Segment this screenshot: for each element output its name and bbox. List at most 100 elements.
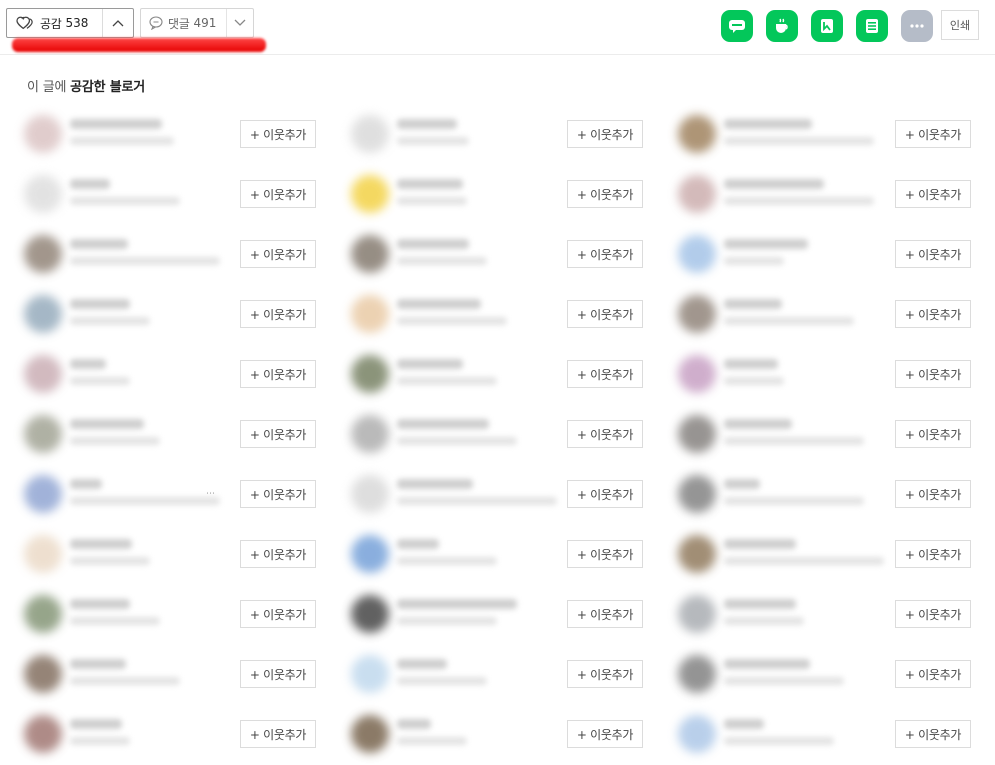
avatar[interactable] <box>24 235 62 273</box>
avatar[interactable] <box>24 655 62 693</box>
add-neighbor-button[interactable]: + 이웃추가 <box>240 120 316 148</box>
blogger-name-blurred[interactable] <box>724 539 796 549</box>
avatar[interactable] <box>678 715 716 753</box>
blogger-name-blurred[interactable] <box>397 539 439 549</box>
blogger-name-blurred[interactable] <box>70 299 130 309</box>
blogger-name-blurred[interactable] <box>70 719 122 729</box>
add-neighbor-button[interactable]: + 이웃추가 <box>240 240 316 268</box>
add-neighbor-button[interactable]: + 이웃추가 <box>567 720 643 748</box>
avatar[interactable] <box>678 115 716 153</box>
avatar[interactable] <box>351 535 389 573</box>
add-neighbor-button[interactable]: + 이웃추가 <box>240 180 316 208</box>
like-button[interactable]: 공감 538 <box>7 9 103 37</box>
blogger-name-blurred[interactable] <box>70 539 132 549</box>
avatar[interactable] <box>24 475 62 513</box>
add-neighbor-button[interactable]: + 이웃추가 <box>567 600 643 628</box>
blogger-name-blurred[interactable] <box>724 599 796 609</box>
comment-button[interactable]: 댓글 491 <box>141 9 227 37</box>
blogger-name-blurred[interactable] <box>397 479 473 489</box>
add-neighbor-button[interactable]: + 이웃추가 <box>895 180 971 208</box>
avatar[interactable] <box>351 355 389 393</box>
add-neighbor-button[interactable]: + 이웃추가 <box>895 240 971 268</box>
blogger-name-blurred[interactable] <box>397 419 489 429</box>
avatar[interactable] <box>24 715 62 753</box>
blogger-name-blurred[interactable] <box>397 659 447 669</box>
like-list-toggle[interactable] <box>103 9 133 37</box>
blog-share-icon[interactable] <box>721 10 753 42</box>
add-neighbor-button[interactable]: + 이웃추가 <box>240 720 316 748</box>
blogger-name-blurred[interactable] <box>724 359 778 369</box>
comment-list-toggle[interactable] <box>227 9 253 37</box>
avatar[interactable] <box>678 535 716 573</box>
blogger-name-blurred[interactable] <box>724 179 824 189</box>
avatar[interactable] <box>678 655 716 693</box>
avatar[interactable] <box>351 595 389 633</box>
blogger-name-blurred[interactable] <box>70 239 128 249</box>
blogger-name-blurred[interactable] <box>724 659 810 669</box>
avatar[interactable] <box>678 235 716 273</box>
blogger-name-blurred[interactable] <box>397 719 431 729</box>
blogger-name-blurred[interactable] <box>724 719 764 729</box>
add-neighbor-button[interactable]: + 이웃추가 <box>895 600 971 628</box>
blogger-name-blurred[interactable] <box>397 119 457 129</box>
blogger-name-blurred[interactable] <box>70 419 144 429</box>
add-neighbor-button[interactable]: + 이웃추가 <box>240 540 316 568</box>
add-neighbor-button[interactable]: + 이웃추가 <box>567 480 643 508</box>
blogger-name-blurred[interactable] <box>397 179 463 189</box>
keep-share-icon[interactable] <box>811 10 843 42</box>
avatar[interactable] <box>351 295 389 333</box>
blogger-name-blurred[interactable] <box>70 479 102 489</box>
blogger-name-blurred[interactable] <box>397 239 469 249</box>
blogger-name-blurred[interactable] <box>70 359 106 369</box>
avatar[interactable] <box>24 115 62 153</box>
more-share-icon[interactable] <box>901 10 933 42</box>
add-neighbor-button[interactable]: + 이웃추가 <box>895 120 971 148</box>
blogger-name-blurred[interactable] <box>397 359 463 369</box>
add-neighbor-button[interactable]: + 이웃추가 <box>895 540 971 568</box>
blogger-name-blurred[interactable] <box>70 179 110 189</box>
add-neighbor-button[interactable]: + 이웃추가 <box>567 660 643 688</box>
avatar[interactable] <box>678 595 716 633</box>
avatar[interactable] <box>351 715 389 753</box>
blogger-name-blurred[interactable] <box>397 299 481 309</box>
add-neighbor-button[interactable]: + 이웃추가 <box>240 600 316 628</box>
add-neighbor-button[interactable]: + 이웃추가 <box>240 360 316 388</box>
avatar[interactable] <box>24 595 62 633</box>
avatar[interactable] <box>24 415 62 453</box>
print-button[interactable]: 인쇄 <box>941 10 979 40</box>
add-neighbor-button[interactable]: + 이웃추가 <box>567 240 643 268</box>
add-neighbor-button[interactable]: + 이웃추가 <box>240 480 316 508</box>
add-neighbor-button[interactable]: + 이웃추가 <box>240 420 316 448</box>
blogger-name-blurred[interactable] <box>70 659 126 669</box>
avatar[interactable] <box>24 355 62 393</box>
add-neighbor-button[interactable]: + 이웃추가 <box>895 360 971 388</box>
blogger-name-blurred[interactable] <box>724 299 782 309</box>
avatar[interactable] <box>678 175 716 213</box>
avatar[interactable] <box>678 355 716 393</box>
add-neighbor-button[interactable]: + 이웃추가 <box>895 480 971 508</box>
add-neighbor-button[interactable]: + 이웃추가 <box>567 120 643 148</box>
avatar[interactable] <box>351 175 389 213</box>
add-neighbor-button[interactable]: + 이웃추가 <box>567 420 643 448</box>
avatar[interactable] <box>24 175 62 213</box>
avatar[interactable] <box>678 475 716 513</box>
add-neighbor-button[interactable]: + 이웃추가 <box>895 300 971 328</box>
blogger-name-blurred[interactable] <box>397 599 517 609</box>
add-neighbor-button[interactable]: + 이웃추가 <box>567 360 643 388</box>
blogger-name-blurred[interactable] <box>724 239 808 249</box>
memo-share-icon[interactable] <box>856 10 888 42</box>
add-neighbor-button[interactable]: + 이웃추가 <box>567 180 643 208</box>
add-neighbor-button[interactable]: + 이웃추가 <box>895 660 971 688</box>
add-neighbor-button[interactable]: + 이웃추가 <box>240 300 316 328</box>
avatar[interactable] <box>351 415 389 453</box>
cafe-share-icon[interactable] <box>766 10 798 42</box>
avatar[interactable] <box>24 295 62 333</box>
add-neighbor-button[interactable]: + 이웃추가 <box>567 300 643 328</box>
avatar[interactable] <box>351 655 389 693</box>
avatar[interactable] <box>678 415 716 453</box>
blogger-name-blurred[interactable] <box>724 119 812 129</box>
add-neighbor-button[interactable]: + 이웃추가 <box>895 420 971 448</box>
blogger-name-blurred[interactable] <box>724 479 760 489</box>
avatar[interactable] <box>351 115 389 153</box>
add-neighbor-button[interactable]: + 이웃추가 <box>567 540 643 568</box>
